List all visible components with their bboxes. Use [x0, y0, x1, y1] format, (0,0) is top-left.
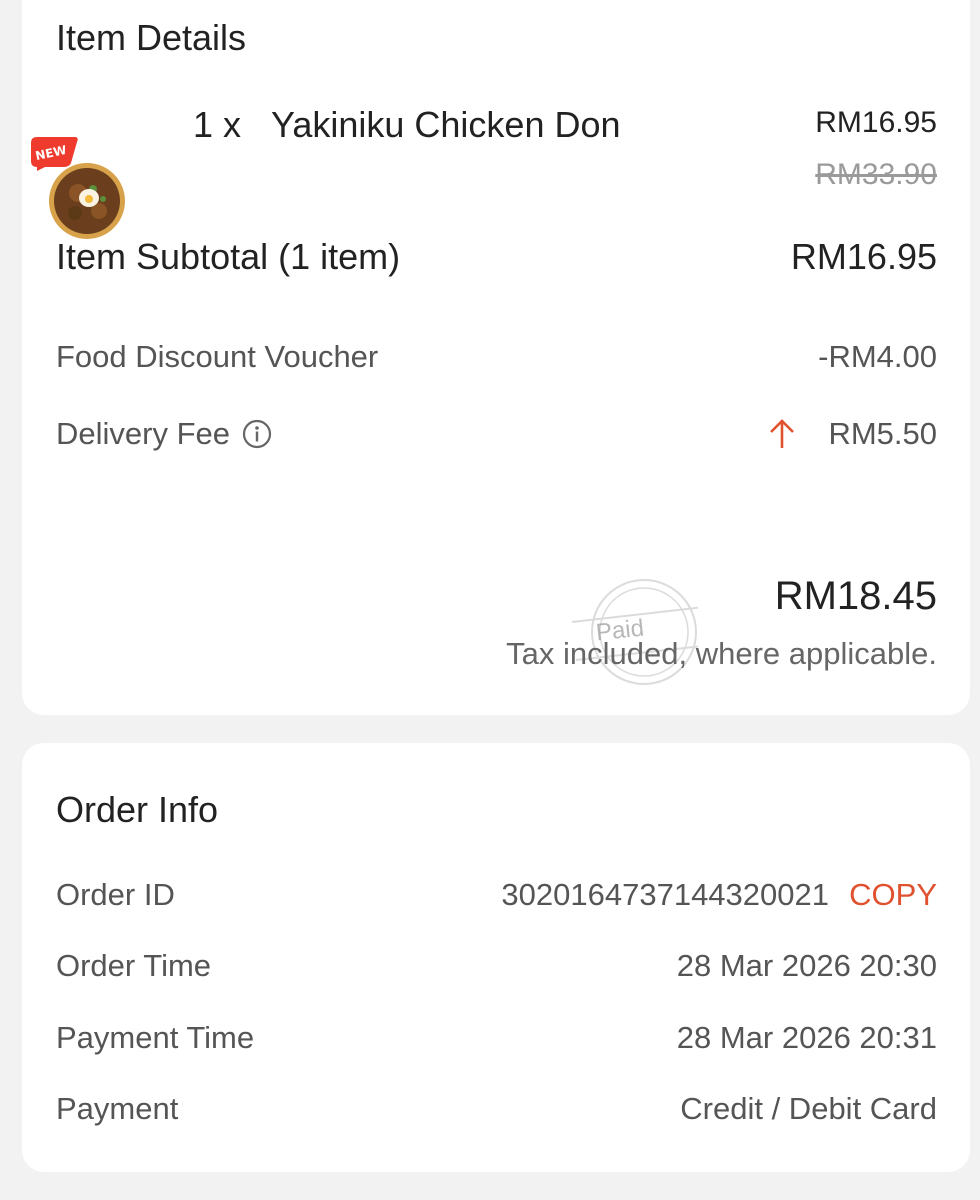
item-thumbnail[interactable]: NEW [31, 137, 143, 251]
copy-order-id-button[interactable]: COPY [849, 877, 937, 913]
order-time-value: 28 Mar 2026 20:30 [676, 948, 937, 983]
arrow-up-icon [768, 418, 796, 450]
payment-time-label: Payment Time [56, 1020, 255, 1055]
item-original-price: RM33.90 [815, 158, 937, 191]
payment-label: Payment [56, 1091, 179, 1126]
subtotal-label: Item Subtotal (1 item) [56, 236, 401, 277]
order-id-value: 3020164737144320021 [501, 877, 829, 912]
discount-label: Food Discount Voucher [56, 339, 379, 374]
delivery-fee-label: Delivery Fee [56, 416, 230, 451]
item-details-title: Item Details [56, 17, 247, 58]
order-id-label: Order ID [56, 877, 175, 912]
order-info-title: Order Info [56, 789, 219, 830]
item-quantity: 1 x [193, 104, 242, 145]
tax-note: Tax included, where applicable. [506, 636, 937, 671]
subtotal-value: RM16.95 [790, 236, 937, 277]
discount-value: -RM4.00 [818, 339, 937, 374]
payment-method-value: Credit / Debit Card [680, 1091, 937, 1126]
item-price: RM16.95 [815, 106, 937, 139]
delivery-fee-value: RM5.50 [828, 416, 937, 451]
order-time-label: Order Time [56, 948, 212, 983]
payment-time-value: 28 Mar 2026 20:31 [676, 1020, 937, 1055]
new-badge-icon: NEW [31, 137, 78, 171]
info-icon[interactable] [242, 419, 272, 449]
item-name: Yakiniku Chicken Don [271, 104, 621, 145]
total-value: RM18.45 [774, 574, 937, 618]
